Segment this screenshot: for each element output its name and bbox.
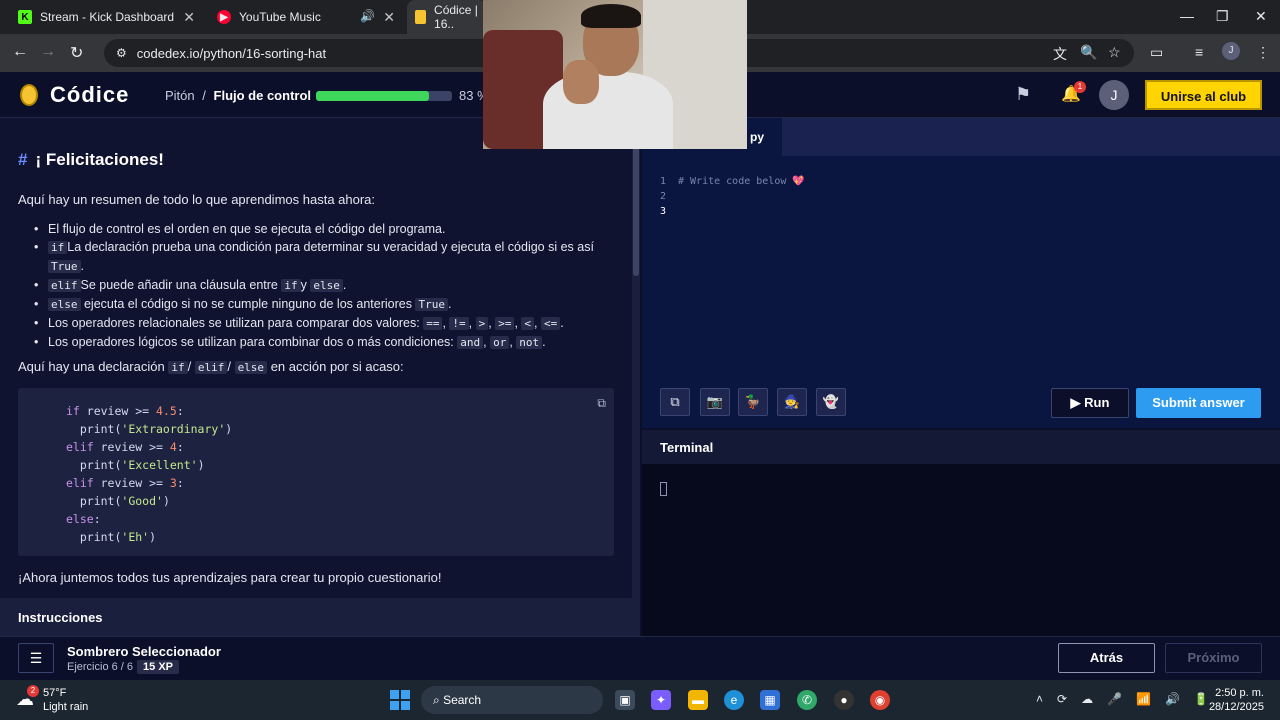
logo[interactable]: Códice bbox=[50, 82, 129, 108]
taskbar-search[interactable]: ⌕ Search bbox=[421, 686, 603, 714]
close-window-icon[interactable]: ✕ bbox=[1255, 8, 1267, 25]
store-icon[interactable]: ▦ bbox=[760, 690, 780, 710]
chrome-icon[interactable]: ◉ bbox=[870, 690, 890, 710]
tab-title: Stream - Kick Dashboard bbox=[40, 10, 175, 24]
code-text: if review >= 4.5: print('Extraordinary')… bbox=[66, 404, 233, 544]
course-progress-bar bbox=[316, 91, 452, 101]
screenshot-icon[interactable]: 📷 bbox=[700, 388, 730, 416]
duck-icon[interactable]: 🦆 bbox=[738, 388, 768, 416]
join-club-button[interactable]: Unirse al club bbox=[1145, 80, 1262, 110]
tab-title: YouTube Music bbox=[239, 10, 321, 24]
copy-icon[interactable]: ⧉ bbox=[597, 396, 606, 411]
tab-title: Códice | 16.. bbox=[434, 3, 478, 31]
submit-answer-button[interactable]: Submit answer bbox=[1136, 388, 1261, 418]
instructions-header[interactable]: Instrucciones bbox=[0, 598, 632, 636]
list-item: El flujo de control es el orden en que s… bbox=[34, 220, 618, 238]
code-example: ⧉ if review >= 4.5: print('Extraordinary… bbox=[18, 388, 614, 556]
run-button[interactable]: ▶ Run bbox=[1051, 388, 1129, 418]
close-tab-icon[interactable]: ✕ bbox=[383, 9, 395, 26]
codex-coin-icon bbox=[20, 84, 38, 106]
notification-badge: 1 bbox=[1074, 81, 1086, 93]
windows-start-icon[interactable] bbox=[390, 690, 410, 710]
progress-fill bbox=[316, 91, 429, 101]
time: 2:50 p. m. bbox=[1215, 687, 1264, 699]
exercise-progress: Ejercicio 6 / 6 15 XP bbox=[67, 660, 179, 674]
code-editor: py 1 # Write code below 💖 2 3 ⧉ 📷 🦆 🧙 👻 ▶… bbox=[642, 118, 1280, 428]
hash-icon: # bbox=[18, 150, 28, 169]
youtube-music-icon: ▶ bbox=[217, 10, 231, 24]
breadcrumb: Pitón / Flujo de control bbox=[165, 88, 311, 103]
list-item: elifSe puede añadir una cláusula entre i… bbox=[34, 276, 618, 295]
list-item: Los operadores relacionales se utilizan … bbox=[34, 314, 618, 333]
system-tray[interactable]: ˄⟳☁🎤📶🔊🔋 bbox=[1036, 692, 1223, 706]
minimize-icon[interactable]: — bbox=[1180, 8, 1194, 24]
clock[interactable]: 2:50 p. m. 28/12/2025 bbox=[1208, 686, 1264, 714]
ghost-icon[interactable]: 👻 bbox=[816, 388, 846, 416]
lesson-scrollbar[interactable] bbox=[632, 118, 640, 636]
webcam-person-hand bbox=[563, 60, 599, 104]
forward-arrow-icon[interactable]: → bbox=[40, 43, 56, 61]
xp-badge: 15 XP bbox=[137, 660, 179, 674]
zoom-icon[interactable]: 🔍 bbox=[1080, 44, 1097, 61]
site-info-icon[interactable]: ⚙ bbox=[116, 46, 127, 60]
avatar[interactable]: J bbox=[1099, 80, 1129, 110]
code-input[interactable]: 1 # Write code below 💖 2 3 bbox=[660, 174, 805, 219]
kick-icon: K bbox=[18, 10, 32, 24]
translate-icon[interactable]: ⽂ bbox=[1053, 44, 1067, 64]
url-text: codedex.io/python/16-sorting-hat bbox=[136, 45, 327, 61]
flag-icon[interactable]: ⚑ bbox=[1015, 84, 1031, 105]
file-explorer-icon[interactable]: ▬ bbox=[688, 690, 708, 710]
tab-kick-dashboard[interactable]: K Stream - Kick Dashboard ✕ bbox=[0, 0, 205, 34]
tab-codex[interactable]: Códice | 16.. bbox=[407, 0, 487, 34]
list-item: else ejecuta el código si no se cumple n… bbox=[34, 295, 618, 314]
windows-taskbar: ☁ 2 57°F Light rain ⌕ Search ▣ ✦ ▬ e ▦ ✆… bbox=[0, 680, 1280, 720]
statement-intro: Aquí hay una declaración if / elif / else … bbox=[18, 359, 404, 374]
edge-icon[interactable]: e bbox=[724, 690, 744, 710]
lesson-panel: # ¡ Felicitaciones! Aquí hay un resumen d… bbox=[0, 118, 640, 636]
weather-condition[interactable]: Light rain bbox=[43, 701, 88, 713]
terminal-panel: Terminal bbox=[642, 430, 1280, 636]
breadcrumb-parent[interactable]: Pitón bbox=[165, 88, 195, 103]
exercise-title: Sombrero Seleccionador bbox=[67, 644, 221, 659]
codex-icon bbox=[415, 10, 427, 24]
play-icon: ▶ bbox=[1070, 395, 1085, 410]
character-icon[interactable]: 🧙 bbox=[777, 388, 807, 416]
task-view-icon[interactable]: ▣ bbox=[615, 690, 635, 710]
summary-list: El flujo de control es el orden en que s… bbox=[34, 220, 618, 352]
back-arrow-icon[interactable]: ← bbox=[12, 43, 28, 61]
lesson-closing: ¡Ahora juntemos todos tus aprendizajes p… bbox=[18, 570, 442, 585]
weather-badge: 2 bbox=[27, 685, 39, 697]
lesson-intro: Aquí hay un resumen de todo lo que apren… bbox=[18, 192, 376, 207]
date: 28/12/2025 bbox=[1208, 701, 1264, 713]
bookmark-star-icon[interactable]: ☆ bbox=[1108, 44, 1121, 61]
copilot-icon[interactable]: ✦ bbox=[651, 690, 671, 710]
whatsapp-icon[interactable]: ✆ bbox=[797, 690, 817, 710]
list-item: ifLa declaración prueba una condición pa… bbox=[34, 238, 618, 276]
obs-icon[interactable]: ● bbox=[834, 690, 854, 710]
maximize-icon[interactable]: ❐ bbox=[1216, 8, 1229, 25]
copy-code-icon[interactable]: ⧉ bbox=[660, 388, 690, 416]
search-icon: ⌕ bbox=[433, 693, 444, 707]
tab-youtube-music[interactable]: ▶ YouTube Music 🔊 ✕ bbox=[205, 0, 405, 34]
lesson-footer: ☰ Sombrero Seleccionador Ejercicio 6 / 6… bbox=[0, 636, 1280, 680]
media-control-icon[interactable]: ≡ bbox=[1195, 44, 1203, 60]
close-tab-icon[interactable]: ✕ bbox=[183, 9, 195, 26]
list-item: Los operadores lógicos se utilizan para … bbox=[34, 333, 618, 352]
reload-icon[interactable]: ↻ bbox=[70, 43, 83, 63]
speaker-icon[interactable]: 🔊 bbox=[360, 9, 375, 23]
breadcrumb-separator: / bbox=[202, 88, 206, 103]
terminal-header: Terminal bbox=[642, 430, 1280, 464]
lesson-title: # ¡ Felicitaciones! bbox=[18, 150, 164, 169]
exercise-menu-button[interactable]: ☰ bbox=[18, 643, 54, 673]
breadcrumb-current: Flujo de control bbox=[213, 88, 312, 103]
terminal-cursor[interactable] bbox=[660, 482, 667, 496]
weather-temp[interactable]: 57°F bbox=[43, 687, 66, 699]
profile-avatar[interactable]: J bbox=[1222, 42, 1240, 60]
webcam-overlay bbox=[483, 0, 747, 149]
back-button[interactable]: Atrás bbox=[1058, 643, 1155, 673]
webcam-person-hair bbox=[581, 4, 641, 28]
next-button[interactable]: Próximo bbox=[1165, 643, 1262, 673]
cast-icon[interactable]: ▭ bbox=[1150, 44, 1163, 61]
chrome-menu-icon[interactable]: ⋮ bbox=[1256, 44, 1270, 61]
